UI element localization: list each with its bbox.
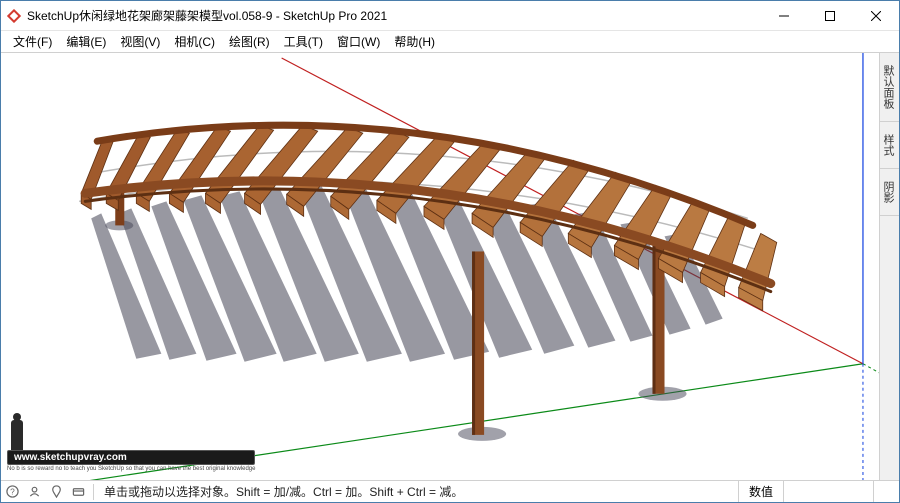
tray-tab-styles[interactable]: 样式 bbox=[880, 122, 899, 169]
status-help-icon[interactable]: ? bbox=[1, 485, 23, 498]
minimize-button[interactable] bbox=[761, 1, 807, 31]
svg-text:?: ? bbox=[10, 486, 15, 496]
menu-view[interactable]: 视图(V) bbox=[114, 31, 166, 52]
menu-help[interactable]: 帮助(H) bbox=[388, 31, 441, 52]
status-message: 单击或拖动以选择对象。Shift = 加/减。Ctrl = 加。Shift + … bbox=[98, 483, 738, 500]
menu-tools[interactable]: 工具(T) bbox=[278, 31, 329, 52]
menu-file[interactable]: 文件(F) bbox=[7, 31, 58, 52]
menu-edit[interactable]: 编辑(E) bbox=[60, 31, 112, 52]
window-title: SketchUp休闲绿地花架廊架藤架模型vol.058-9 - SketchUp… bbox=[27, 7, 761, 24]
menu-draw[interactable]: 绘图(R) bbox=[223, 31, 276, 52]
menu-bar: 文件(F) 编辑(E) 视图(V) 相机(C) 绘图(R) 工具(T) 窗口(W… bbox=[1, 31, 899, 53]
watermark: www.sketchupvray.com No b is so reward n… bbox=[7, 420, 255, 472]
window-controls bbox=[761, 1, 899, 31]
tray-tab-shadows[interactable]: 阴影 bbox=[880, 169, 899, 216]
menu-camera[interactable]: 相机(C) bbox=[168, 31, 221, 52]
status-bar: ? 单击或拖动以选择对象。Shift = 加/减。Ctrl = 加。Shift … bbox=[1, 480, 899, 502]
status-measure-label: 数值 bbox=[738, 481, 783, 502]
status-resize-grip[interactable] bbox=[873, 481, 899, 502]
viewport-canvas bbox=[1, 53, 879, 480]
watermark-url: www.sketchupvray.com bbox=[7, 450, 255, 465]
menu-window[interactable]: 窗口(W) bbox=[331, 31, 386, 52]
title-bar: SketchUp休闲绿地花架廊架藤架模型vol.058-9 - SketchUp… bbox=[1, 1, 899, 31]
status-user-icon[interactable] bbox=[23, 485, 45, 498]
status-credit-icon[interactable] bbox=[67, 485, 89, 498]
app-icon bbox=[1, 1, 27, 31]
watermark-figure-icon bbox=[11, 420, 23, 450]
workspace: www.sketchupvray.com No b is so reward n… bbox=[1, 53, 899, 480]
status-measure-input[interactable] bbox=[783, 481, 873, 502]
status-geo-icon[interactable] bbox=[45, 485, 67, 498]
side-tray: 默认面板 样式 阴影 bbox=[879, 53, 899, 480]
maximize-button[interactable] bbox=[807, 1, 853, 31]
tray-tab-default[interactable]: 默认面板 bbox=[880, 53, 899, 122]
close-button[interactable] bbox=[853, 1, 899, 31]
3d-viewport[interactable]: www.sketchupvray.com No b is so reward n… bbox=[1, 53, 879, 480]
watermark-tagline: No b is so reward no to teach you Sketch… bbox=[7, 466, 255, 472]
